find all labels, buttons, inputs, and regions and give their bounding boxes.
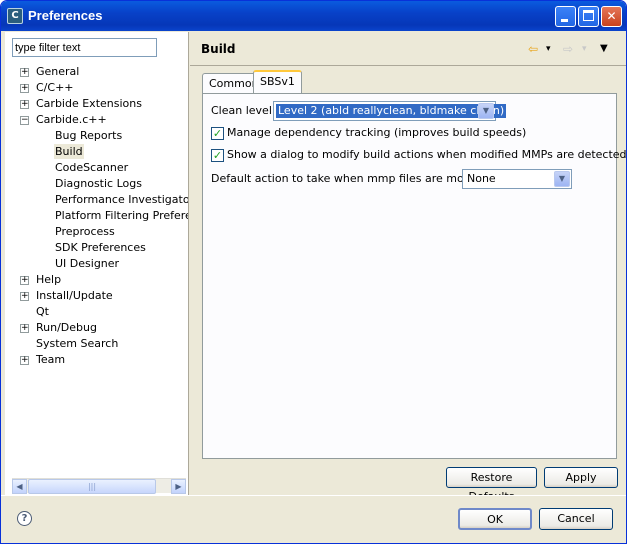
close-button[interactable]: ✕ <box>601 6 622 27</box>
minimize-icon <box>561 19 568 22</box>
back-arrow-icon[interactable]: ⇦ <box>528 42 538 56</box>
tab-sbsv1[interactable]: SBSv1 <box>253 70 302 93</box>
tree-item[interactable]: C/C++ <box>35 80 75 96</box>
tree-item[interactable]: Platform Filtering Preferences <box>54 208 188 224</box>
tree-item[interactable]: Preprocess <box>54 224 116 240</box>
close-icon: ✕ <box>606 9 617 23</box>
expand-icon[interactable]: + <box>20 276 29 285</box>
back-dropdown-icon[interactable]: ▾ <box>546 42 551 56</box>
tree-item-label[interactable]: General <box>35 64 80 79</box>
preferences-window: C Preferences ✕ General + C/C++ + Carbide Ex… <box>0 0 627 544</box>
show-dialog-label[interactable]: Show a dialog to modify build actions wh… <box>227 148 626 161</box>
default-action-value: None <box>467 172 496 185</box>
page-title: Build <box>201 42 236 56</box>
title-bar[interactable]: C Preferences ✕ <box>1 1 626 31</box>
manage-dependency-checkbox[interactable]: ✓ <box>211 127 224 140</box>
tree-item-label[interactable]: Platform Filtering Preferences <box>54 208 188 223</box>
minimize-button[interactable] <box>555 6 576 27</box>
tree-item-label[interactable]: Bug Reports <box>54 128 123 143</box>
clean-level-value: Level 2 (abld reallyclean, bldmake clean… <box>276 104 507 118</box>
tree-item[interactable]: Help <box>35 272 62 288</box>
tree-item-label[interactable]: SDK Preferences <box>54 240 147 255</box>
view-menu-icon[interactable]: ▼ <box>600 42 608 56</box>
horizontal-scrollbar[interactable]: ◀ ||| ▶ <box>12 478 186 494</box>
clean-level-select[interactable]: Level 2 (abld reallyclean, bldmake clean… <box>273 101 507 121</box>
preference-page: Build ⇦ ▾ ⇨ ▾ ▼ Common SBSv1 Clean level… <box>190 32 626 503</box>
expand-icon[interactable]: + <box>20 68 29 77</box>
maximize-icon <box>583 10 594 21</box>
tree-item[interactable]: Diagnostic Logs <box>54 176 143 192</box>
default-action-row: Default action to take when mmp files ar… <box>211 169 498 189</box>
dialog-footer: ? OK Cancel <box>1 495 626 543</box>
tree-item-label[interactable]: Run/Debug <box>35 320 98 335</box>
tree-item[interactable]: Team <box>35 352 66 368</box>
window-title: Preferences <box>28 8 103 23</box>
tree-item[interactable]: Performance Investigator <box>54 192 188 208</box>
forward-arrow-icon: ⇨ <box>563 42 574 56</box>
tree-item-label[interactable]: Build <box>54 144 84 159</box>
tree-item[interactable]: Build <box>54 144 84 160</box>
scroll-thumb[interactable]: ||| <box>28 479 156 494</box>
tree-item-label[interactable]: C/C++ <box>35 80 75 95</box>
tree-item-label[interactable]: Help <box>35 272 62 287</box>
tree-item-label[interactable]: Team <box>35 352 66 367</box>
tree-item-label[interactable]: Diagnostic Logs <box>54 176 143 191</box>
cancel-button[interactable]: Cancel <box>539 508 613 530</box>
tree-item-label[interactable]: UI Designer <box>54 256 120 271</box>
tree-item[interactable]: SDK Preferences <box>54 240 147 256</box>
filter-input[interactable] <box>12 38 157 57</box>
collapse-icon[interactable]: − <box>20 116 29 125</box>
clean-level-row: Clean level: <box>211 101 276 121</box>
chevron-down-icon[interactable]: ▼ <box>554 171 570 187</box>
tree-item-label[interactable]: Qt <box>35 304 50 319</box>
ok-button[interactable]: OK <box>458 508 532 530</box>
navigation-pane: General + C/C++ + Carbide Extensions + Carbide… <box>5 32 189 495</box>
sbsv1-panel: Clean level: Level 2 (abld reallyclean, … <box>202 93 626 459</box>
tab-bar: Common SBSv1 <box>202 70 622 94</box>
clean-level-label: Clean level: <box>211 104 276 117</box>
tree-item[interactable]: Carbide Extensions <box>35 96 143 112</box>
tree-item[interactable]: Install/Update <box>35 288 114 304</box>
help-icon[interactable]: ? <box>17 511 32 526</box>
carbide-app-icon: C <box>7 8 23 24</box>
tree-item[interactable]: UI Designer <box>54 256 120 272</box>
restore-defaults-button[interactable]: Restore Defaults <box>446 467 537 503</box>
show-dialog-checkbox[interactable]: ✓ <box>211 149 224 162</box>
tree-item[interactable]: Qt <box>35 304 50 320</box>
expand-icon[interactable]: + <box>20 292 29 301</box>
tree-item[interactable]: General <box>35 64 80 80</box>
chevron-down-icon[interactable]: ▼ <box>478 103 494 119</box>
tree-item-label[interactable]: Install/Update <box>35 288 114 303</box>
default-action-label: Default action to take when mmp files ar… <box>211 172 499 185</box>
tree-item[interactable]: CodeScanner <box>54 160 129 176</box>
header-divider <box>190 65 626 66</box>
tree-item[interactable]: Run/Debug <box>35 320 98 336</box>
expand-icon[interactable]: + <box>20 84 29 93</box>
tree-item-label[interactable]: Carbide Extensions <box>35 96 143 111</box>
expand-icon[interactable]: + <box>20 356 29 365</box>
tree-item-label[interactable]: Carbide.c++ <box>35 112 108 127</box>
tree-item-label[interactable]: CodeScanner <box>54 160 129 175</box>
scroll-right-icon[interactable]: ▶ <box>171 479 186 494</box>
manage-dependency-row: ✓ Manage dependency tracking (improves b… <box>211 123 526 143</box>
manage-dependency-label[interactable]: Manage dependency tracking (improves bui… <box>227 126 526 139</box>
tree-item-label[interactable]: System Search <box>35 336 119 351</box>
tree-item[interactable]: Bug Reports <box>54 128 123 144</box>
expand-icon[interactable]: + <box>20 100 29 109</box>
tree-item[interactable]: Carbide.c++ <box>35 112 108 128</box>
tree-item-label[interactable]: Preprocess <box>54 224 116 239</box>
maximize-button[interactable] <box>578 6 599 27</box>
tree-item[interactable]: System Search <box>35 336 119 352</box>
apply-button[interactable]: Apply <box>544 467 618 488</box>
show-dialog-row: ✓ Show a dialog to modify build actions … <box>211 145 626 165</box>
tree-item-label[interactable]: Performance Investigator <box>54 192 188 207</box>
forward-dropdown-icon: ▾ <box>582 44 587 54</box>
preference-tree: General + C/C++ + Carbide Extensions + Carbide… <box>5 64 188 473</box>
default-action-select[interactable]: None ▼ <box>462 169 572 189</box>
expand-icon[interactable]: + <box>20 324 29 333</box>
scroll-left-icon[interactable]: ◀ <box>12 479 27 494</box>
